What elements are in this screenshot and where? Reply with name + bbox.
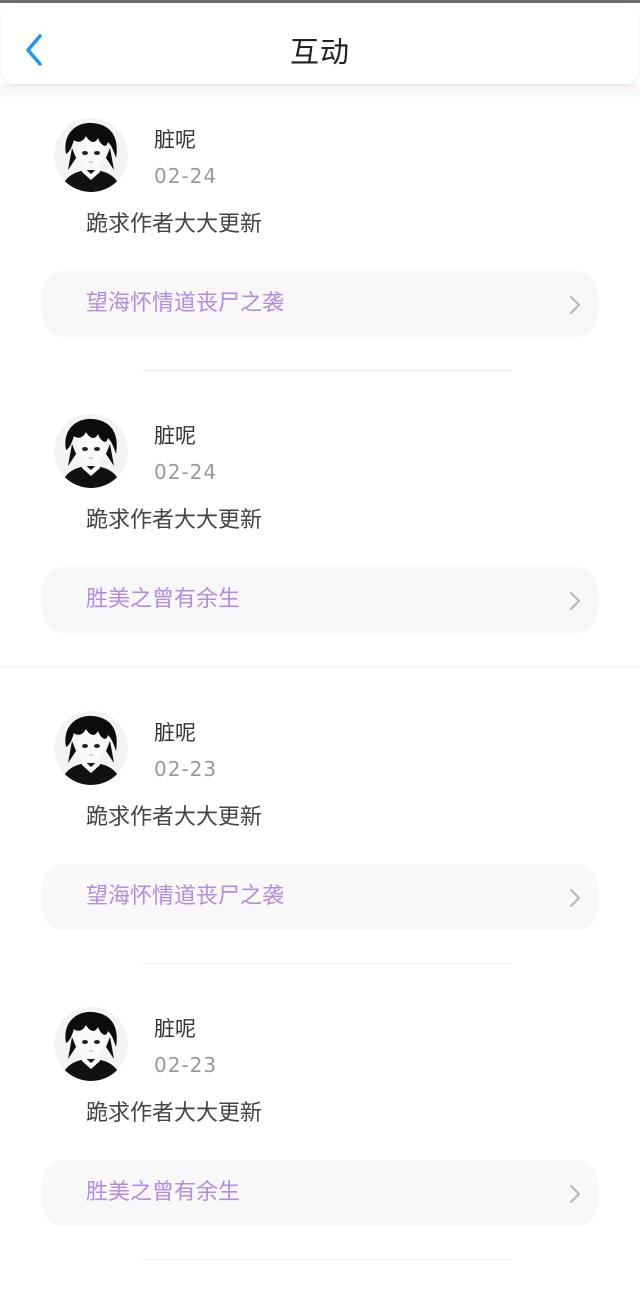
divider: [140, 1259, 512, 1260]
header-shadow: [0, 84, 640, 104]
app-header: 互动: [2, 4, 638, 84]
book-link[interactable]: 胜美之曾有余生: [42, 567, 598, 633]
chevron-right-icon: [568, 887, 582, 909]
comment-text: 跪求作者大大更新: [86, 508, 263, 533]
book-title: 胜美之曾有余生: [86, 1180, 241, 1205]
comment-card: 脏呢 02-23 跪求作者大大更新 望海怀情道丧尸之袭: [0, 701, 640, 997]
chevron-right-icon: [568, 1183, 582, 1205]
username: 脏呢: [154, 1017, 196, 1041]
divider: [0, 666, 640, 668]
avatar[interactable]: [54, 1007, 128, 1081]
comment-date: 02-23: [154, 1053, 218, 1077]
comment-text: 跪求作者大大更新: [86, 805, 263, 830]
comment-date: 02-24: [154, 460, 218, 484]
book-link[interactable]: 胜美之曾有余生: [42, 1160, 598, 1226]
book-title: 望海怀情道丧尸之袭: [86, 291, 285, 316]
avatar[interactable]: [54, 118, 128, 192]
username: 脏呢: [154, 721, 196, 745]
comment-card: 脏呢 02-24 跪求作者大大更新 胜美之曾有余生: [0, 404, 640, 700]
avatar[interactable]: [54, 414, 128, 488]
comment-card: 脏呢 02-24 跪求作者大大更新 望海怀情道丧尸之袭: [0, 108, 640, 404]
divider: [140, 370, 512, 371]
avatar[interactable]: [54, 711, 128, 785]
book-link[interactable]: 望海怀情道丧尸之袭: [42, 864, 598, 930]
username: 脏呢: [154, 128, 196, 152]
chevron-right-icon: [568, 294, 582, 316]
chevron-right-icon: [568, 590, 582, 612]
comment-text: 跪求作者大大更新: [86, 1101, 263, 1126]
comment-card: 脏呢 02-23 跪求作者大大更新 胜美之曾有余生: [0, 997, 640, 1293]
divider: [140, 963, 512, 964]
comment-date: 02-24: [154, 164, 218, 188]
book-title: 胜美之曾有余生: [86, 587, 241, 612]
book-title: 望海怀情道丧尸之袭: [86, 884, 285, 909]
status-strip: [0, 0, 640, 3]
page-title: 互动: [289, 35, 350, 69]
comment-date: 02-23: [154, 757, 218, 781]
book-link[interactable]: 望海怀情道丧尸之袭: [42, 271, 598, 337]
username: 脏呢: [154, 424, 196, 448]
comment-text: 跪求作者大大更新: [86, 212, 263, 237]
